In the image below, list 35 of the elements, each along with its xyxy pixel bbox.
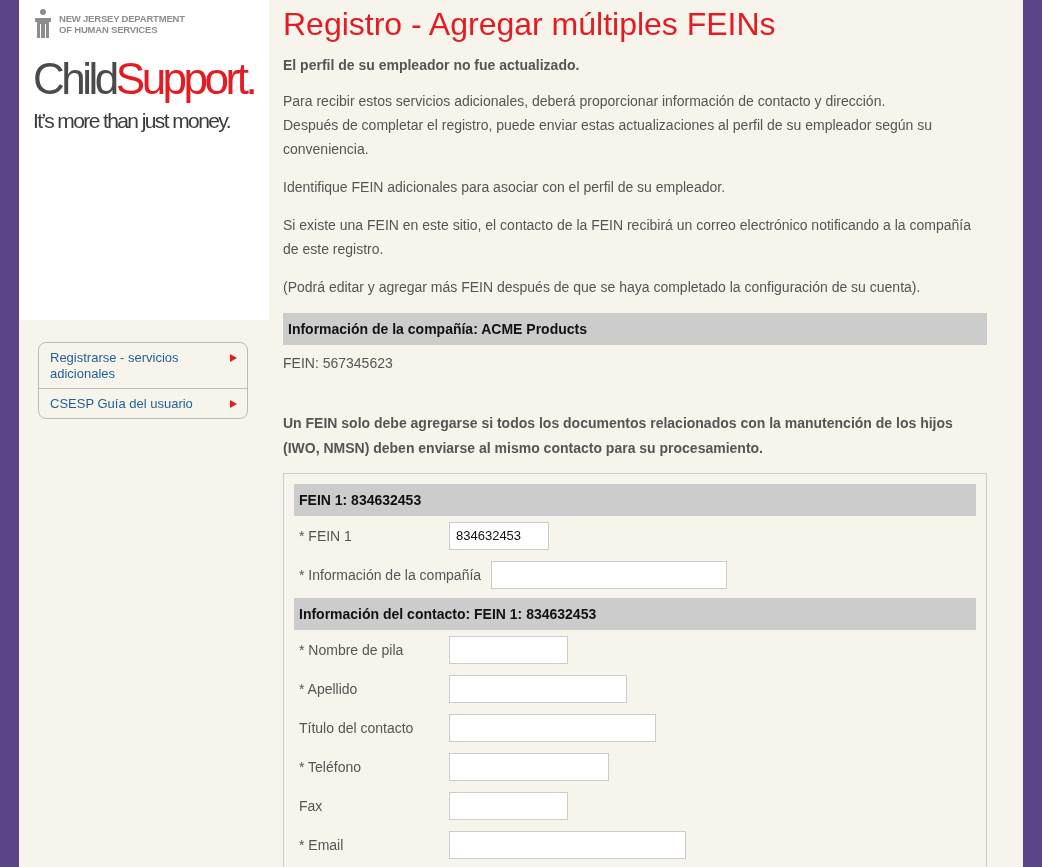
input-field[interactable] bbox=[449, 752, 609, 781]
triangle-right-icon bbox=[230, 400, 237, 408]
input-field[interactable] bbox=[449, 791, 568, 820]
section-header: Información del contacto: FEIN 1: 834632453 bbox=[294, 598, 976, 630]
warning-text: Un FEIN solo debe agregarse si todos los documentos relacionados con la manutención de los hijos (IWO, NMSN) deben enviarse al mismo contacto para su procesamiento. bbox=[283, 414, 954, 458]
input-field[interactable]: 834632453 bbox=[449, 521, 549, 550]
section-header: FEIN 1: 834632453 bbox=[294, 484, 976, 516]
field-label: Título del contacto bbox=[299, 719, 415, 736]
tagline: It’s more than just money. bbox=[33, 108, 231, 134]
field-label: * Nombre de pila bbox=[299, 641, 405, 658]
input-field[interactable] bbox=[449, 830, 686, 859]
input-field[interactable] bbox=[449, 674, 627, 703]
side-menu-link[interactable]: Registrarse - servicios adicionales bbox=[39, 343, 247, 388]
field-label: * Apellido bbox=[299, 680, 359, 697]
paragraph: Si existe una FEIN en este sitio, el contacto de la FEIN recibirá un correo electrónico notificando a la compañía de este registro. bbox=[283, 216, 972, 259]
paragraph: (Podrá editar y agregar más FEIN después de que se haya completado la configuración de su cuenta). bbox=[283, 278, 922, 297]
page-title: Registro - Agregar múltiples FEINs bbox=[283, 6, 777, 43]
section-header: Información de la compañía: ACME Products bbox=[283, 313, 987, 345]
field-label: * FEIN 1 bbox=[299, 527, 353, 544]
notice-text: El perfil de su empleador no fue actualizado. bbox=[283, 57, 581, 73]
brand-logo-text: ChildSupport. bbox=[33, 53, 256, 105]
field-label: Fax bbox=[299, 797, 324, 814]
triangle-right-icon bbox=[230, 354, 237, 362]
agency-name: NEW JERSEY DEPARTMENT OF HUMAN SERVICES bbox=[59, 13, 185, 35]
family-figure-icon bbox=[33, 8, 53, 40]
field-label: * Email bbox=[299, 836, 345, 853]
fein-text: FEIN: 567345623 bbox=[283, 355, 394, 371]
input-field[interactable] bbox=[449, 635, 568, 664]
field-label: * Teléfono bbox=[299, 758, 362, 775]
paragraph: Identifique FEIN adicionales para asociar con el perfil de su empleador. bbox=[283, 178, 727, 197]
paragraph: Para recibir estos servicios adicionales, deberá proporcionar información de contacto y dirección. Después de completar el registro, puede enviar estas actualizaciones al perfil de su empleador según su conveniencia. bbox=[283, 92, 934, 159]
side-menu-link[interactable]: CSESP Guía del usuario bbox=[39, 388, 247, 418]
field-label: * Información de la compañía bbox=[299, 566, 482, 583]
input-field[interactable] bbox=[449, 713, 656, 742]
input-field[interactable] bbox=[491, 560, 728, 589]
